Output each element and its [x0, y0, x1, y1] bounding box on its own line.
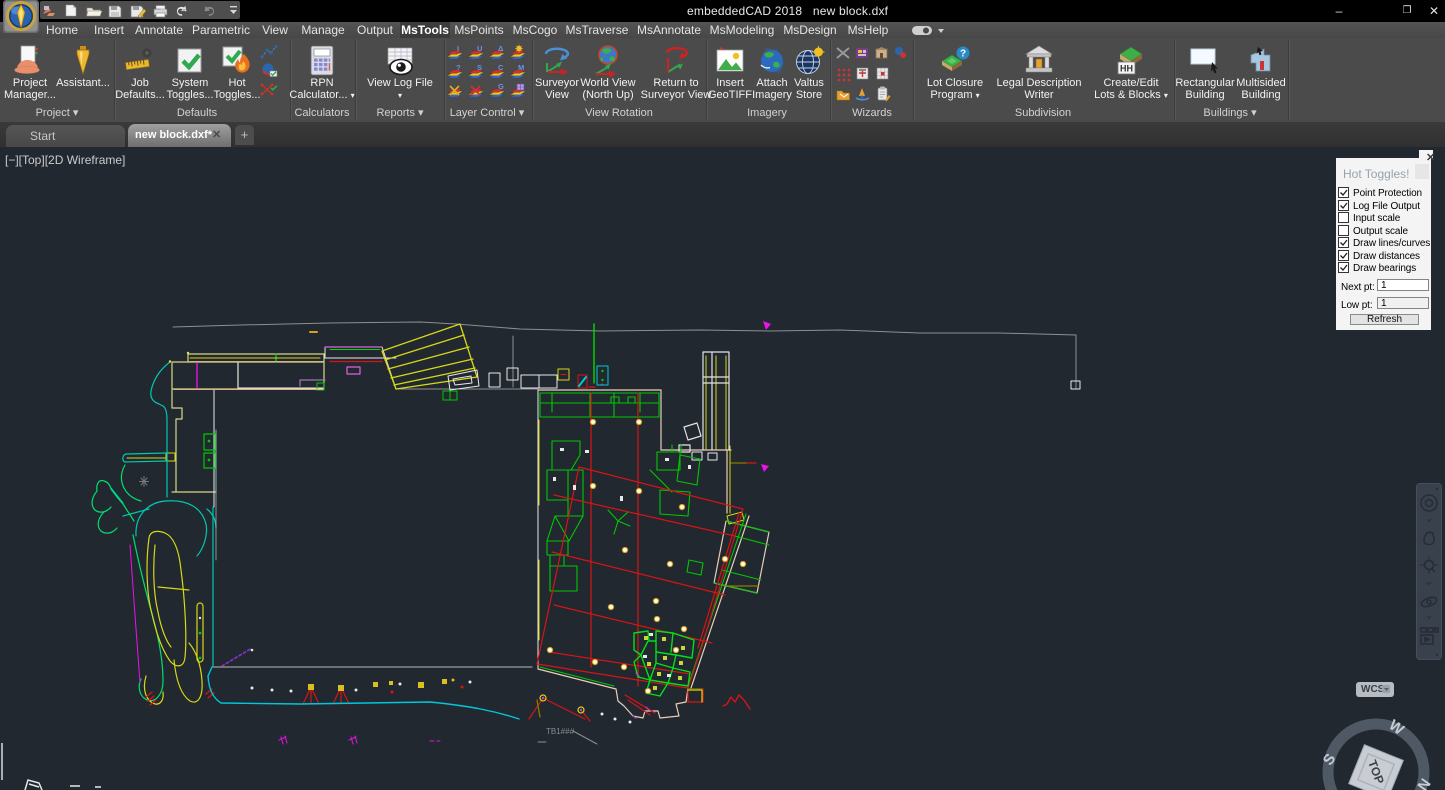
svg-text:M: M — [518, 63, 524, 72]
svg-text:HH: HH — [1120, 64, 1133, 74]
svg-text:C: C — [498, 63, 504, 72]
svg-text:Δ: Δ — [498, 44, 504, 53]
svg-text:?: ? — [960, 49, 966, 60]
svg-text:I: I — [457, 44, 459, 53]
svg-text:?: ? — [456, 63, 461, 72]
svg-text:S: S — [477, 63, 482, 72]
svg-text:G: G — [498, 82, 504, 91]
svg-text:U: U — [477, 44, 482, 53]
svg-text:TB1###: TB1### — [546, 727, 575, 736]
